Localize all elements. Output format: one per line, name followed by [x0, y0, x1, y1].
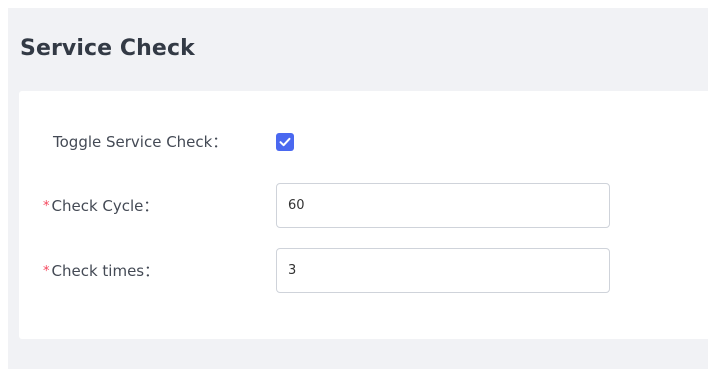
check-cycle-input[interactable] [276, 183, 610, 228]
check-times-label-group: * Check times： [43, 260, 159, 281]
toggle-service-check-row: Toggle Service Check： [19, 125, 708, 155]
toggle-service-check-label: Toggle Service Check： [53, 133, 228, 151]
check-cycle-label-group: * Check Cycle： [43, 195, 158, 216]
service-check-card: Toggle Service Check： *Check Cycle： *Che… [19, 91, 708, 339]
check-times-label: Check times： [51, 262, 160, 280]
check-cycle-label: Check Cycle： [51, 197, 159, 215]
required-mark: * [43, 199, 50, 214]
checkmark-icon [279, 137, 291, 147]
required-mark: * [43, 264, 50, 279]
check-times-input[interactable] [276, 248, 610, 293]
toggle-service-check-checkbox[interactable] [276, 133, 294, 151]
service-check-page: Service Check Toggle Service Check： * Che… [0, 0, 708, 369]
check-times-row: * Check times： [19, 248, 708, 293]
section-title: Service Check [20, 36, 195, 61]
check-cycle-row: * Check Cycle： [19, 183, 708, 228]
